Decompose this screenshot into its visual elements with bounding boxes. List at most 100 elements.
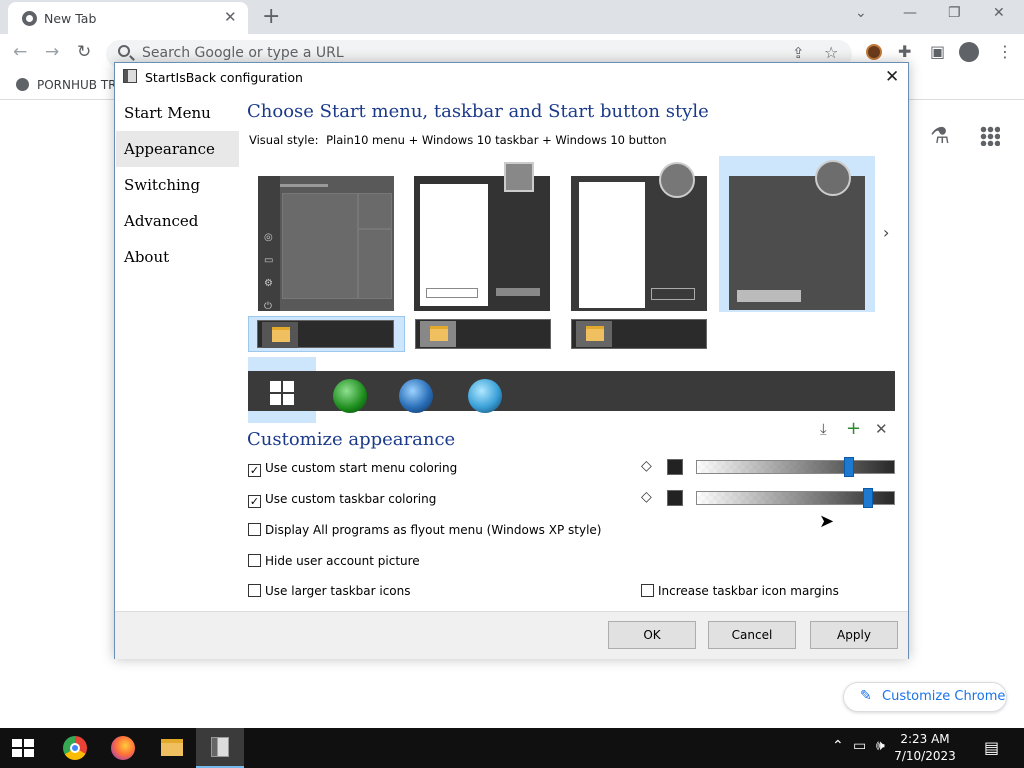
menu-icon[interactable]: ⋮	[997, 42, 1013, 61]
side-panel-icon[interactable]: ▣	[930, 42, 945, 61]
add-icon[interactable]: +	[846, 418, 861, 439]
dialog-title: StartIsBack configuration	[145, 70, 303, 85]
folder-icon	[161, 739, 183, 756]
menu-style-plain10[interactable]: ◎ ▭ ⚙ ⏻	[258, 176, 394, 312]
customize-chrome-button[interactable]: ✎ Customize Chrome	[843, 682, 1007, 712]
option-hide-user-picture[interactable]: Hide user account picture	[248, 554, 420, 568]
restore-icon[interactable]: ❐	[948, 5, 961, 21]
volume-icon[interactable]: 🕪	[876, 738, 885, 754]
option-custom-start-coloring[interactable]: ✓ Use custom start menu coloring	[248, 461, 457, 477]
checkbox[interactable]	[248, 554, 261, 567]
option-custom-taskbar-coloring[interactable]: ✓ Use custom taskbar coloring	[248, 492, 436, 508]
back-icon[interactable]: ←	[13, 42, 27, 62]
mouse-cursor-icon: ➤	[819, 511, 835, 532]
reload-icon[interactable]: ↻	[77, 42, 91, 62]
dialog-footer: OK Cancel Apply	[115, 611, 908, 659]
bookmark-item[interactable]: PORNHUB TR	[16, 78, 117, 92]
taskbar-style-3[interactable]	[571, 319, 707, 349]
startisback-icon	[211, 737, 229, 757]
labs-icon[interactable]: ⚗	[930, 124, 950, 149]
network-icon[interactable]: ▭	[853, 738, 866, 754]
taskbar-file-explorer[interactable]	[148, 728, 196, 768]
share-icon[interactable]: ⇪	[792, 44, 805, 62]
menu-style-windows7[interactable]	[414, 162, 550, 311]
menu-style-windows7-dark[interactable]	[571, 162, 707, 311]
slider-knob[interactable]	[844, 457, 854, 477]
option-icon-margins[interactable]: Increase taskbar icon margins	[641, 584, 839, 598]
tab-close-icon[interactable]: ✕	[224, 8, 237, 26]
clover-button-icon[interactable]	[333, 379, 367, 413]
startisback-dialog: StartIsBack configuration ✕ Start Menu A…	[114, 62, 909, 659]
bookmark-star-icon[interactable]: ☆	[824, 43, 838, 62]
remove-icon[interactable]: ✕	[875, 420, 888, 438]
startisback-app-icon	[123, 69, 137, 83]
tray-chevron-icon[interactable]: ⌃	[832, 738, 844, 754]
chrome-favicon-icon	[22, 11, 37, 26]
ok-button[interactable]: OK	[608, 621, 696, 649]
download-icon[interactable]: ⤓	[820, 420, 827, 438]
tab-strip: New Tab ✕ + ⌄ — ❐ ✕	[0, 0, 1024, 34]
profile-icon[interactable]	[959, 42, 979, 62]
taskbar-color-swatch[interactable]	[667, 490, 683, 506]
apps-icon[interactable]	[980, 126, 1000, 146]
search-icon	[118, 45, 130, 57]
option-larger-icons[interactable]: Use larger taskbar icons	[248, 584, 411, 598]
new-tab-icon[interactable]: +	[262, 4, 280, 29]
windows-start-icon[interactable]	[12, 739, 34, 757]
taskbar-chrome[interactable]	[51, 728, 99, 768]
windows-taskbar	[0, 728, 1024, 768]
windows10-button-icon[interactable]	[270, 381, 294, 405]
style-heading: Choose Start menu, taskbar and Start but…	[247, 101, 709, 122]
checkbox[interactable]	[248, 584, 261, 597]
menu-style-windows10-selected[interactable]	[719, 156, 875, 312]
nav-switching[interactable]: Switching	[116, 167, 239, 203]
checkbox[interactable]	[248, 523, 261, 536]
extensions-icon[interactable]: ✚	[898, 42, 911, 61]
visual-style-line: Visual style: Plain10 menu + Windows 10 …	[249, 133, 667, 147]
bookmark-globe-icon	[16, 78, 29, 91]
nav-about[interactable]: About	[116, 239, 239, 275]
opacity-drop-icon[interactable]: ◇	[641, 458, 652, 474]
option-flyout-menu[interactable]: Display All programs as flyout menu (Win…	[248, 523, 601, 537]
slider-knob[interactable]	[863, 488, 873, 508]
start-opacity-slider[interactable]	[696, 457, 895, 477]
dialog-titlebar: StartIsBack configuration ✕	[115, 63, 908, 91]
opacity-drop-icon[interactable]: ◇	[641, 489, 652, 505]
close-window-icon[interactable]: ✕	[993, 5, 1005, 21]
next-styles-icon[interactable]: ›	[883, 223, 889, 242]
windows-orb-blue-icon[interactable]	[468, 379, 502, 413]
tab-title: New Tab	[44, 11, 97, 26]
visual-style-label: Visual style:	[249, 133, 319, 147]
dialog-close-icon[interactable]: ✕	[885, 67, 899, 87]
tab-search-icon[interactable]: ⌄	[855, 5, 867, 21]
windows7-orb-icon[interactable]	[399, 379, 433, 413]
customize-chrome-label: Customize Chrome	[882, 689, 1006, 704]
nav-advanced[interactable]: Advanced	[116, 203, 239, 239]
taskbar-style-selected[interactable]	[248, 316, 405, 352]
tab-new-tab[interactable]: New Tab ✕	[8, 2, 248, 34]
clock-date: 7/10/2023	[894, 749, 956, 763]
start-color-swatch[interactable]	[667, 459, 683, 475]
checkbox[interactable]	[641, 584, 654, 597]
taskbar-style-2[interactable]	[415, 319, 551, 349]
visual-style-value: Plain10 menu + Windows 10 taskbar + Wind…	[326, 133, 667, 147]
extension-avatar-icon[interactable]	[866, 44, 882, 60]
taskbar-startisback[interactable]	[196, 728, 244, 768]
notifications-icon[interactable]: ▤	[984, 738, 999, 757]
clock-time: 2:23 AM	[900, 732, 950, 746]
checkbox-checked[interactable]: ✓	[248, 464, 261, 477]
omnibox-placeholder: Search Google or type a URL	[142, 45, 344, 61]
nav-appearance[interactable]: Appearance	[116, 131, 239, 167]
apply-button[interactable]: Apply	[810, 621, 898, 649]
cancel-button[interactable]: Cancel	[708, 621, 796, 649]
taskbar-opacity-slider[interactable]	[696, 488, 895, 508]
nav-start-menu[interactable]: Start Menu	[116, 95, 239, 131]
customize-heading: Customize appearance	[247, 429, 456, 450]
taskbar-firefox[interactable]	[99, 728, 147, 768]
taskbar-clock[interactable]: 2:23 AM 7/10/2023	[890, 731, 960, 765]
forward-icon[interactable]: →	[45, 42, 59, 62]
pencil-icon: ✎	[860, 688, 872, 704]
firefox-icon	[111, 736, 135, 760]
checkbox-checked[interactable]: ✓	[248, 495, 261, 508]
minimize-icon[interactable]: —	[903, 5, 917, 21]
